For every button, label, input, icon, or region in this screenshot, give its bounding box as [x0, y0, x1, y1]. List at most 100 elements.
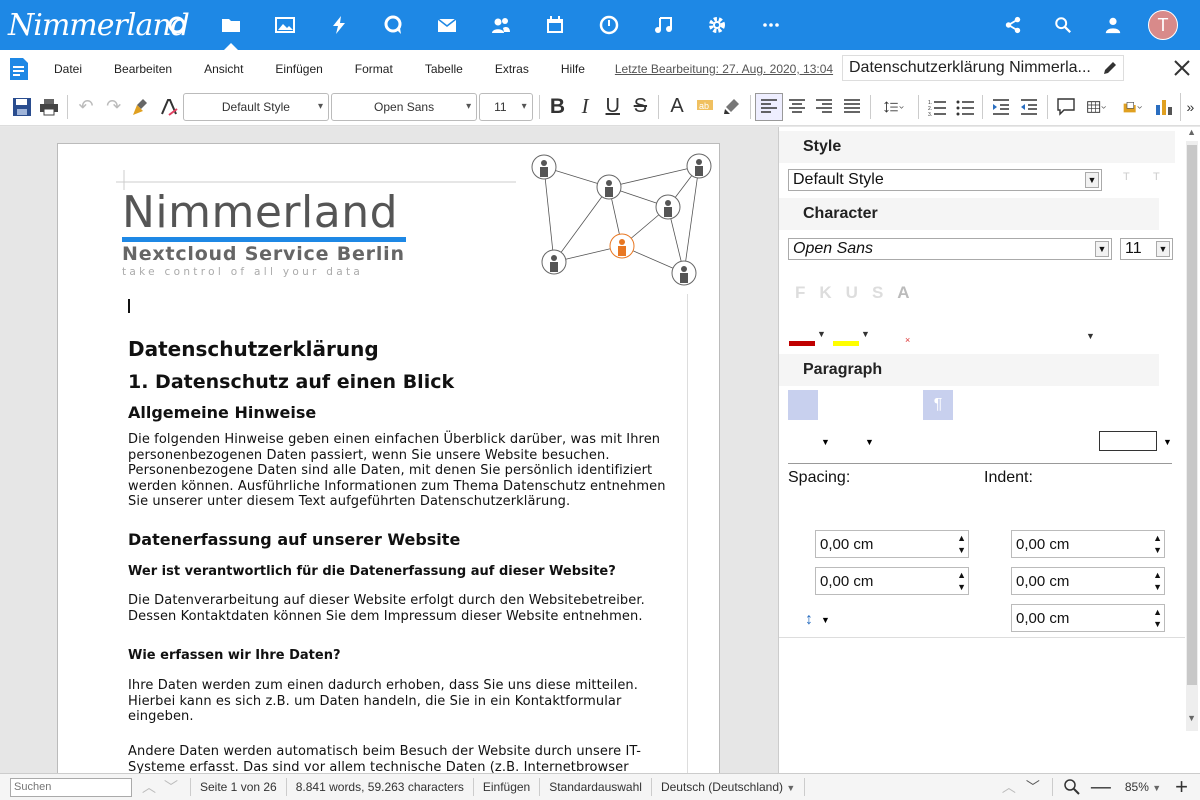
paragraph-style-select[interactable]: Default Style — [182, 92, 329, 121]
scroll-down-icon[interactable]: ▼ — [1187, 713, 1196, 723]
chevron-down-icon[interactable]: ▼ — [817, 329, 826, 339]
selection-mode[interactable]: Standardauswahl — [540, 780, 651, 794]
decrease-indent-icon[interactable] — [1015, 93, 1043, 121]
language-select[interactable]: Deutsch (Deutschland) ▼ — [652, 780, 804, 794]
font-name-select[interactable]: Open Sans — [330, 92, 478, 121]
insert-table-icon[interactable] — [1079, 93, 1115, 121]
search-up-icon[interactable]: ︿ — [142, 777, 156, 797]
clear-formatting-icon[interactable] — [155, 93, 183, 121]
toolbar-overflow-icon[interactable]: » — [1180, 92, 1200, 121]
music-icon[interactable] — [636, 0, 690, 50]
paragraph-4[interactable]: Andere Daten werden automatisch beim Bes… — [128, 744, 641, 773]
paragraph-section-title[interactable]: Paragraph — [779, 354, 1159, 386]
strikethrough-icon[interactable]: S — [627, 93, 655, 121]
chevron-down-icon[interactable]: ▼ — [1086, 331, 1095, 341]
files-icon[interactable] — [204, 0, 258, 50]
bold-icon[interactable]: B — [544, 93, 572, 121]
insert-mode[interactable]: Einfügen — [474, 780, 539, 794]
menu-tabelle[interactable]: Tabelle — [409, 50, 479, 88]
numbered-list-icon[interactable]: 1. 2. 3. — [923, 93, 951, 121]
pencil-icon[interactable] — [1103, 61, 1117, 75]
align-left-icon[interactable] — [755, 92, 783, 121]
search-input[interactable] — [10, 777, 132, 797]
underline-icon[interactable]: U — [599, 93, 627, 121]
spin-down-icon[interactable]: ▼ — [957, 545, 966, 555]
chevron-down-icon[interactable]: ▼ — [1163, 437, 1172, 447]
spin-up-icon[interactable]: ▲ — [1153, 533, 1162, 543]
bullet-list-icon[interactable] — [951, 93, 979, 121]
clone-formatting-icon[interactable] — [128, 93, 156, 121]
heading-1[interactable]: Datenschutzerklärung — [128, 337, 379, 361]
paragraph-2[interactable]: Die Datenverarbeitung auf dieser Website… — [128, 593, 645, 624]
chevron-down-icon[interactable]: ▼ — [821, 615, 830, 625]
indent-first-line-field[interactable]: 0,00 cm ▲ ▼ — [1011, 604, 1165, 632]
menu-ansicht[interactable]: Ansicht — [188, 50, 259, 88]
menu-datei[interactable]: Datei — [38, 50, 98, 88]
chevron-down-icon[interactable]: ▼ — [861, 329, 870, 339]
italic-icon[interactable]: I — [571, 93, 599, 121]
chevron-down-icon[interactable]: ▼ — [821, 437, 830, 447]
menu-bearbeiten[interactable]: Bearbeiten — [98, 50, 188, 88]
calendar-icon[interactable] — [528, 0, 582, 50]
line-spacing-icon[interactable]: ↕ — [805, 611, 813, 629]
character-section-title[interactable]: Character — [779, 198, 1159, 230]
paragraph-3[interactable]: Ihre Daten werden zum einen dadurch erho… — [128, 678, 638, 725]
search-down-icon[interactable]: ﹀ — [164, 777, 178, 797]
document-title-field[interactable]: Datenschutzerklärung Nimmerla... — [842, 55, 1124, 81]
menu-hilfe[interactable]: Hilfe — [545, 50, 601, 88]
line-spacing-icon[interactable] — [875, 93, 915, 121]
style-section-title[interactable]: Style — [779, 131, 1175, 163]
contacts-menu-icon[interactable] — [1088, 0, 1138, 50]
spin-down-icon[interactable]: ▼ — [1153, 619, 1162, 629]
deck-icon[interactable] — [582, 0, 636, 50]
settings-icon[interactable] — [690, 0, 744, 50]
contacts-icon[interactable] — [474, 0, 528, 50]
save-icon[interactable] — [8, 93, 36, 121]
font-color-icon[interactable]: A — [663, 93, 691, 121]
spin-up-icon[interactable]: ▲ — [1153, 570, 1162, 580]
font-size-select[interactable]: 11 — [479, 92, 533, 121]
activity-icon[interactable] — [312, 0, 366, 50]
share-icon[interactable] — [988, 0, 1038, 50]
style-update-icon[interactable]: T — [1123, 171, 1130, 183]
clear-format-icon[interactable]: × — [905, 335, 910, 345]
nextcloud-logo[interactable]: Nimmerland — [0, 0, 190, 50]
sidebar-scrollbar[interactable] — [1186, 141, 1198, 731]
photos-icon[interactable] — [258, 0, 312, 50]
zoom-search-icon[interactable] — [1063, 778, 1081, 796]
increase-indent-icon[interactable] — [987, 93, 1015, 121]
heading-3-allgemeine[interactable]: Allgemeine Hinweise — [128, 403, 316, 422]
redo-icon[interactable]: ↷ — [100, 93, 128, 121]
align-right-icon[interactable] — [810, 93, 838, 121]
menu-format[interactable]: Format — [339, 50, 409, 88]
undo-icon[interactable]: ↶ — [72, 93, 100, 121]
heading-3-datenerfassung[interactable]: Datenerfassung auf unserer Website — [128, 530, 460, 549]
document-canvas[interactable]: Nimmerland Nextcloud Service Berlin take… — [0, 127, 778, 773]
justify-icon[interactable] — [838, 93, 866, 121]
spin-up-icon[interactable]: ▲ — [1153, 607, 1162, 617]
scroll-up-icon[interactable]: ▲ — [1187, 127, 1196, 137]
user-avatar[interactable]: T — [1148, 10, 1178, 40]
sidebar-align-left-icon[interactable] — [788, 390, 818, 420]
more-apps-icon[interactable] — [744, 0, 798, 50]
highlight-color-swatch[interactable] — [833, 341, 859, 346]
heading-4-erfassen[interactable]: Wie erfassen wir Ihre Daten? — [128, 648, 341, 663]
align-center-icon[interactable] — [783, 93, 811, 121]
underline-icon[interactable]: U — [846, 283, 858, 303]
chevron-down-icon[interactable]: ▼ — [865, 437, 874, 447]
last-edit-link[interactable]: Letzte Bearbeitung: 27. Aug. 2020, 13:04 — [615, 62, 833, 76]
spin-down-icon[interactable]: ▼ — [957, 582, 966, 592]
mail-icon[interactable] — [420, 0, 474, 50]
character-highlight-icon[interactable] — [718, 93, 746, 121]
heading-2[interactable]: 1. Datenschutz auf einen Blick — [128, 371, 454, 393]
prev-page-icon[interactable]: ︿ — [1002, 777, 1016, 797]
sidebar-size-select[interactable]: 11 ▼ — [1120, 238, 1173, 260]
italic-icon[interactable]: K — [819, 283, 831, 303]
shadow-icon[interactable]: A — [897, 283, 909, 303]
menu-einfuegen[interactable]: Einfügen — [259, 50, 338, 88]
highlight-icon[interactable]: ab — [691, 93, 719, 121]
insert-image-icon[interactable] — [1115, 93, 1151, 121]
style-new-icon[interactable]: T — [1153, 171, 1160, 183]
zoom-in-icon[interactable]: + — [1175, 774, 1188, 800]
sidebar-style-select[interactable]: Default Style ▼ — [788, 169, 1102, 191]
